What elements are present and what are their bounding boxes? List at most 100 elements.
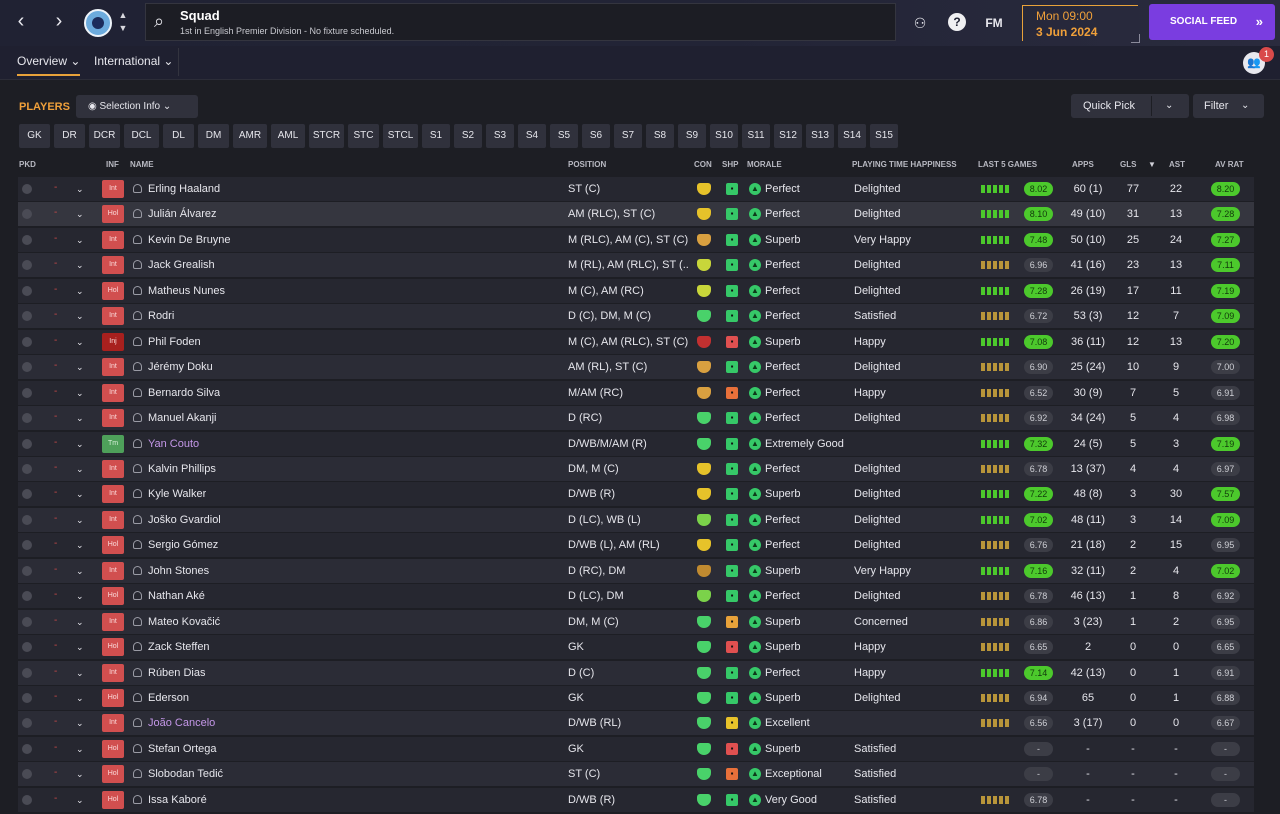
info-badge[interactable]: Hol [102,765,124,784]
penalty-taker-toggle[interactable] [22,743,32,754]
chevron-down-icon[interactable]: ⌄ [76,584,84,608]
table-row[interactable]: - ⌄ Int Jack Grealish M (RL), AM (RLC), ST (… [18,253,1254,278]
search-box[interactable]: ⌕ Squad 1st in English Premier Division … [145,3,896,41]
player-name[interactable]: Mateo Kovačić [148,610,220,634]
player-name[interactable]: Bernardo Silva [148,381,220,405]
info-badge[interactable]: Int [102,409,124,428]
position-button-s7[interactable]: S7 [614,124,642,148]
penalty-taker-toggle[interactable] [22,463,32,474]
position-button-aml[interactable]: AML [271,124,305,148]
chevron-down-icon[interactable]: ⌄ [76,686,84,710]
penalty-taker-toggle[interactable] [22,642,32,653]
penalty-taker-toggle[interactable] [22,209,32,220]
table-row[interactable]: - ⌄ Inj Phil Foden M (C), AM (RLC), ST (C) ▪ ▲… [18,329,1254,354]
chevron-down-icon[interactable]: ⌄ [76,177,84,201]
help-icon[interactable]: ? [948,13,966,31]
info-badge[interactable]: Hol [102,790,124,809]
col-inf[interactable]: INF [106,160,119,169]
table-row[interactable]: - ⌄ Int João Cancelo D/WB (RL) ▪ ▲ Excellent 6.5… [18,711,1254,736]
position-button-s5[interactable]: S5 [550,124,578,148]
table-row[interactable]: - ⌄ Int Rúben Dias D (C) ▪ ▲ Perfect Happy 7.14 42… [18,660,1254,685]
position-button-s4[interactable]: S4 [518,124,546,148]
chevron-down-icon[interactable]: ⌄ [76,533,84,557]
table-row[interactable]: - ⌄ Hol Ederson GK ▪ ▲ Superb Delighted 6.94 65 0 1 6… [18,686,1254,710]
penalty-taker-toggle[interactable] [22,667,32,678]
penalty-taker-toggle[interactable] [22,489,32,500]
col-ast[interactable]: AST [1169,160,1185,169]
col-pkd[interactable]: PKD [19,160,36,169]
info-badge[interactable]: Int [102,612,124,631]
chevron-down-icon[interactable]: ⌄ [76,711,84,735]
info-badge[interactable]: Hol [102,689,124,707]
position-button-s10[interactable]: S10 [710,124,738,148]
penalty-taker-toggle[interactable] [22,591,32,602]
penalty-taker-toggle[interactable] [22,260,32,271]
chevron-down-icon[interactable]: ⌄ [76,279,84,303]
info-badge[interactable]: Int [102,230,124,249]
table-row[interactable]: - ⌄ Int Kalvin Phillips DM, M (C) ▪ ▲ Perfect De… [18,456,1254,481]
table-row[interactable]: - ⌄ Hol Julián Álvarez AM (RLC), ST (C) ▪ ▲ Per… [18,202,1254,227]
player-name[interactable]: Erling Haaland [148,177,220,201]
penalty-taker-toggle[interactable] [22,718,32,729]
col-av-rat[interactable]: AV RAT [1215,160,1244,169]
penalty-taker-toggle[interactable] [22,540,32,551]
player-name[interactable]: Stefan Ortega [148,737,217,761]
sort-desc-icon[interactable]: ▼ [1148,160,1156,169]
penalty-taker-toggle[interactable] [22,184,32,194]
info-badge[interactable]: Hol [102,739,124,758]
player-name[interactable]: Kevin De Bruyne [148,228,231,252]
player-name[interactable]: Kalvin Phillips [148,457,216,481]
table-row[interactable]: - ⌄ Hol Slobodan Tedić ST (C) ▪ ▲ Exceptional Sa… [18,762,1254,787]
info-badge[interactable]: Int [102,307,124,326]
position-button-stcr[interactable]: STCR [309,124,344,148]
table-row[interactable]: - ⌄ Hol Nathan Aké D (LC), DM ▪ ▲ Perfect Deligh… [18,584,1254,609]
player-name[interactable]: John Stones [148,559,209,583]
info-badge[interactable]: Int [102,510,124,529]
player-name[interactable]: Rodri [148,304,174,328]
chevron-down-icon[interactable]: ⌄ [76,304,84,328]
player-name[interactable]: Kyle Walker [148,482,206,506]
col-shp[interactable]: SHP [722,160,738,169]
table-row[interactable]: - ⌄ Int Manuel Akanji D (RC) ▪ ▲ Perfect Delight… [18,406,1254,431]
position-button-s11[interactable]: S11 [742,124,770,148]
table-row[interactable]: - ⌄ Tm Yan Couto D/WB/M/AM (R) ▪ ▲ Extremely Go… [18,431,1254,456]
table-row[interactable]: - ⌄ Int Rodri D (C), DM, M (C) ▪ ▲ Perfect Satis… [18,304,1254,329]
penalty-taker-toggle[interactable] [22,413,32,424]
col-morale[interactable]: MORALE [747,160,782,169]
position-button-dl[interactable]: DL [163,124,194,148]
info-badge[interactable]: Hol [102,205,124,224]
penalty-taker-toggle[interactable] [22,514,32,525]
position-button-s3[interactable]: S3 [486,124,514,148]
col-last-5[interactable]: LAST 5 GAMES [978,160,1037,169]
player-name[interactable]: Nathan Aké [148,584,205,608]
position-button-dcl[interactable]: DCL [124,124,159,148]
chevron-down-icon[interactable]: ⌄ [76,635,84,659]
col-playing-time[interactable]: PLAYING TIME HAPPINESS [852,160,957,169]
table-row[interactable]: - ⌄ Int Erling Haaland ST (C) ▪ ▲ Perfect Deligh… [18,177,1254,201]
player-name[interactable]: Jack Grealish [148,253,215,277]
player-name[interactable]: João Cancelo [148,711,215,735]
tab-overview[interactable]: Overview ⌄ [17,54,81,76]
player-name[interactable]: Manuel Akanji [148,406,217,430]
info-badge[interactable]: Int [102,714,124,733]
info-badge[interactable]: Int [102,459,124,478]
filter-button[interactable]: Filter ⌄ [1193,94,1264,118]
player-name[interactable]: Joško Gvardiol [148,508,221,532]
penalty-taker-toggle[interactable] [22,794,32,805]
player-name[interactable]: Jérémy Doku [148,355,213,379]
player-name[interactable]: Sergio Gómez [148,533,218,557]
table-row[interactable]: - ⌄ Int Joško Gvardiol D (LC), WB (L) ▪ ▲ Perfe… [18,507,1254,532]
col-gls[interactable]: GLS [1120,160,1136,169]
position-button-gk[interactable]: GK [19,124,50,148]
info-badge[interactable]: Int [102,358,124,377]
chevron-down-icon[interactable]: ⌄ [76,559,84,583]
club-switch-icon[interactable]: ▲ ▼ [117,9,129,37]
chevron-down-icon[interactable]: ⌄ [76,737,84,761]
club-crest-icon[interactable] [84,9,112,37]
penalty-taker-toggle[interactable] [22,311,32,322]
chevron-down-icon[interactable]: ⌄ [76,661,84,685]
chevron-down-icon[interactable]: ⌄ [76,228,84,252]
penalty-taker-toggle[interactable] [22,616,32,627]
penalty-taker-toggle[interactable] [22,336,32,347]
player-name[interactable]: Phil Foden [148,330,201,354]
